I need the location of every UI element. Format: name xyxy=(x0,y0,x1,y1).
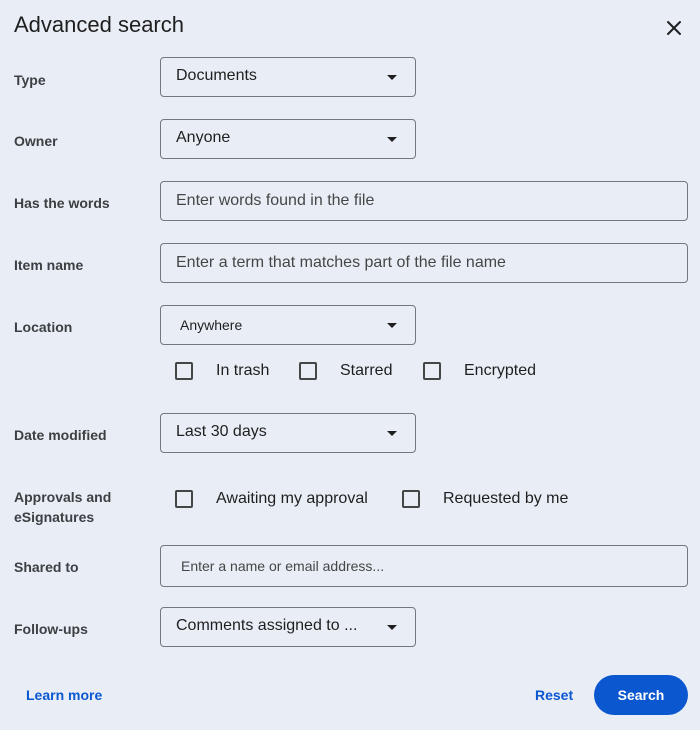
in-trash-checkbox[interactable] xyxy=(175,362,193,380)
starred-checkbox[interactable] xyxy=(299,362,317,380)
approvals-label-line2: eSignatures xyxy=(14,509,95,525)
approvals-label-line1: Approvals and xyxy=(14,489,112,505)
shared-to-input[interactable] xyxy=(160,545,688,587)
dropdown-arrow-icon xyxy=(387,431,397,436)
encrypted-label: Encrypted xyxy=(464,362,537,379)
search-button[interactable]: Search xyxy=(594,675,688,715)
dialog-title: Advanced search xyxy=(14,12,184,37)
advanced-search-dialog: Advanced search Type Documents Owner Any… xyxy=(0,0,700,730)
location-label: Location xyxy=(14,319,73,335)
location-select-value: Anywhere xyxy=(180,317,243,333)
dropdown-arrow-icon xyxy=(387,625,397,630)
date-modified-label: Date modified xyxy=(14,427,107,443)
awaiting-approval-checkbox[interactable] xyxy=(175,490,193,508)
requested-by-me-checkbox[interactable] xyxy=(402,490,420,508)
date-modified-select[interactable]: Last 30 days xyxy=(160,413,416,453)
item-name-label: Item name xyxy=(14,257,84,273)
owner-label: Owner xyxy=(14,133,58,149)
shared-to-label: Shared to xyxy=(14,559,79,575)
dropdown-arrow-icon xyxy=(387,75,397,80)
requested-by-me-label: Requested by me xyxy=(443,490,569,507)
owner-select[interactable]: Anyone xyxy=(160,119,416,159)
date-modified-select-value: Last 30 days xyxy=(176,423,267,440)
dropdown-arrow-icon xyxy=(387,137,397,142)
location-select[interactable]: Anywhere xyxy=(160,305,416,345)
awaiting-approval-label: Awaiting my approval xyxy=(216,490,368,507)
follow-ups-select-value: Comments assigned to ... xyxy=(176,617,358,634)
has-words-input[interactable] xyxy=(160,181,688,221)
type-select[interactable]: Documents xyxy=(160,57,416,97)
owner-select-value: Anyone xyxy=(176,129,231,146)
reset-button[interactable]: Reset xyxy=(535,687,573,703)
dropdown-arrow-icon xyxy=(387,323,397,328)
follow-ups-label: Follow-ups xyxy=(14,621,88,637)
follow-ups-select[interactable]: Comments assigned to ... xyxy=(160,607,416,647)
encrypted-checkbox[interactable] xyxy=(423,362,441,380)
close-icon[interactable] xyxy=(662,16,686,40)
has-words-label: Has the words xyxy=(14,195,110,211)
type-select-value: Documents xyxy=(176,67,257,84)
learn-more-link[interactable]: Learn more xyxy=(26,687,102,703)
item-name-input[interactable] xyxy=(160,243,688,283)
in-trash-label: In trash xyxy=(216,362,270,379)
starred-label: Starred xyxy=(340,362,393,379)
type-label: Type xyxy=(14,72,46,88)
